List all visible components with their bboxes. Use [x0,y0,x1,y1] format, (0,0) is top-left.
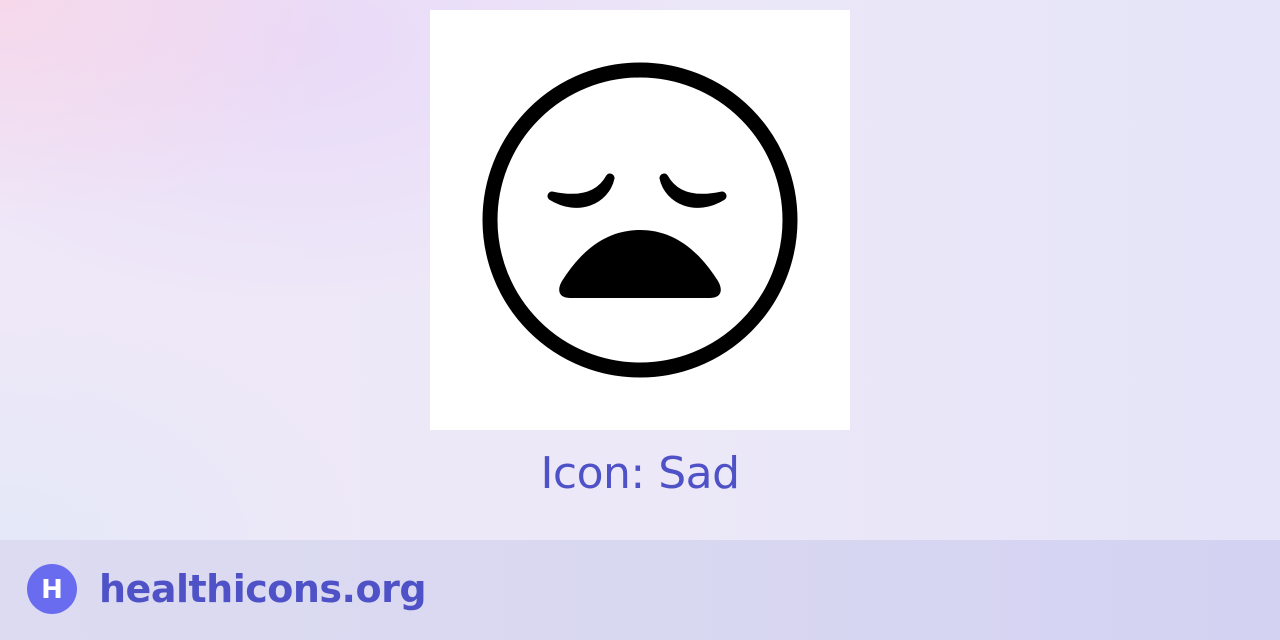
icon-preview-card [430,10,850,430]
sad-face-icon [482,62,798,378]
brand-link[interactable]: healthicons.org [99,565,427,613]
footer-bar: H healthicons.org [0,540,1280,640]
icon-title: Icon: Sad [540,448,740,499]
logo-letter: H [41,575,63,605]
healthicons-logo-icon[interactable]: H [27,564,77,614]
